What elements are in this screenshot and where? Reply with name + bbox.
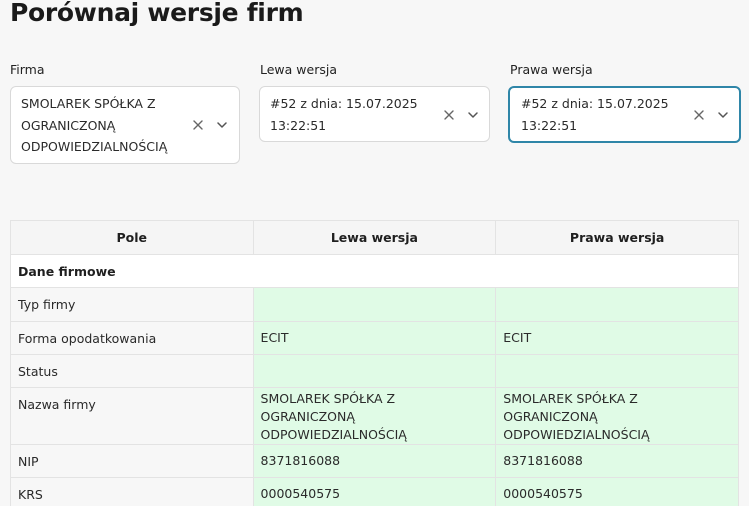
chevron-down-icon[interactable] xyxy=(466,108,480,122)
left-value xyxy=(252,287,497,322)
page-title: Porównaj wersje firm xyxy=(10,0,304,27)
chevron-down-icon[interactable] xyxy=(716,108,730,122)
table-row: Status xyxy=(10,354,739,388)
right-value xyxy=(495,354,739,388)
close-icon[interactable] xyxy=(442,108,456,122)
field-name: Typ firmy xyxy=(10,287,254,322)
left-version-select[interactable]: #52 z dnia: 15.07.2025 13:22:51 xyxy=(259,86,490,142)
field-name: Forma opodatkowania xyxy=(10,321,254,355)
table-row: Forma opodatkowania ECIT ECIT xyxy=(10,321,739,355)
comparison-table: Pole Lewa wersja Prawa wersja Dane firmo… xyxy=(10,220,739,506)
column-header-field: Pole xyxy=(10,220,254,255)
field-name: NIP xyxy=(10,444,254,478)
left-value xyxy=(252,354,497,388)
table-row: Nazwa firmy SMOLAREK SPÓŁKA Z OGRANICZON… xyxy=(10,387,739,445)
table-row: Typ firmy xyxy=(10,287,739,322)
left-version-label: Lewa wersja xyxy=(260,62,337,77)
close-icon[interactable] xyxy=(191,118,205,132)
right-version-label: Prawa wersja xyxy=(510,62,593,77)
left-version-select-value: #52 z dnia: 15.07.2025 13:22:51 xyxy=(270,96,418,133)
left-value: 0000540575 xyxy=(252,477,497,506)
close-icon[interactable] xyxy=(692,108,706,122)
company-select[interactable]: SMOLAREK SPÓŁKA Z OGRANICZONĄ ODPOWIEDZI… xyxy=(10,86,240,164)
company-label: Firma xyxy=(10,62,45,77)
field-name: Nazwa firmy xyxy=(10,387,254,445)
company-select-value: SMOLAREK SPÓŁKA Z OGRANICZONĄ ODPOWIEDZI… xyxy=(21,96,168,154)
left-value: SMOLAREK SPÓŁKA Z OGRANICZONĄ ODPOWIEDZI… xyxy=(252,387,497,445)
chevron-down-icon[interactable] xyxy=(215,118,229,132)
section-row: Dane firmowe xyxy=(10,254,739,288)
right-version-select[interactable]: #52 z dnia: 15.07.2025 13:22:51 xyxy=(508,86,741,143)
left-value: 8371816088 xyxy=(252,444,497,478)
field-name: KRS xyxy=(10,477,254,506)
left-value: ECIT xyxy=(252,321,497,355)
right-value: ECIT xyxy=(495,321,739,355)
table-row: NIP 8371816088 8371816088 xyxy=(10,444,739,478)
column-header-left-version: Lewa wersja xyxy=(252,220,497,255)
right-value: SMOLAREK SPÓŁKA Z OGRANICZONĄ ODPOWIEDZI… xyxy=(495,387,739,445)
section-title: Dane firmowe xyxy=(10,254,739,288)
field-name: Status xyxy=(10,354,254,388)
table-row: KRS 0000540575 0000540575 xyxy=(10,477,739,506)
right-value: 8371816088 xyxy=(495,444,739,478)
right-value: 0000540575 xyxy=(495,477,739,506)
table-header-row: Pole Lewa wersja Prawa wersja xyxy=(10,220,739,255)
right-version-select-value: #52 z dnia: 15.07.2025 13:22:51 xyxy=(521,96,669,133)
column-header-right-version: Prawa wersja xyxy=(495,220,739,255)
right-value xyxy=(495,287,739,322)
